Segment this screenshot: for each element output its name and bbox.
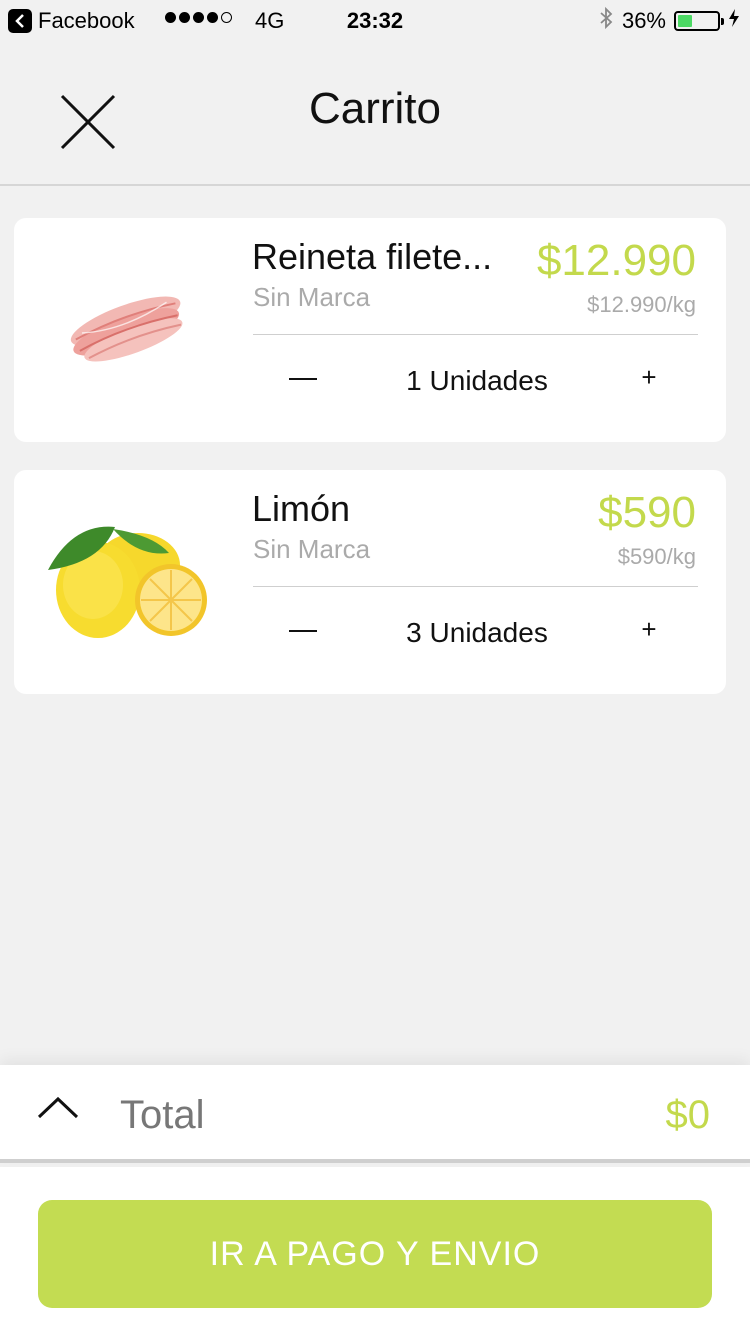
footer: IR A PAGO Y ENVIO: [0, 1167, 750, 1334]
charging-icon: [728, 8, 740, 34]
product-unit-price: $590/kg: [617, 544, 696, 569]
total-value: $0: [665, 1093, 711, 1137]
cart-list: Reineta filete... Sin Marca $12.990 $12.…: [14, 218, 726, 722]
cart-item: Limón Sin Marca $590 $590/kg 3 Unidades …: [14, 470, 726, 694]
checkout-button[interactable]: IR A PAGO Y ENVIO: [38, 1200, 712, 1308]
product-image-lemon: [28, 490, 228, 670]
lemon-icon: [48, 526, 207, 638]
product-name[interactable]: Reineta filete...: [252, 236, 492, 278]
battery-percent: 36%: [621, 8, 666, 33]
total-bar: Total $0: [0, 1065, 750, 1163]
page-title: Carrito: [308, 84, 442, 133]
product-price: $12.990: [536, 236, 696, 285]
product-brand: Sin Marca: [253, 282, 371, 312]
total-label: Total: [120, 1093, 205, 1137]
decrease-quantity-button[interactable]: [288, 364, 318, 394]
battery-icon: [674, 11, 724, 31]
status-bar: Facebook 4G 23:32 36%: [0, 0, 750, 40]
product-brand: Sin Marca: [253, 534, 371, 564]
quantity-label: 1 Unidades: [406, 365, 548, 396]
product-image-fish: [28, 238, 228, 418]
decrease-quantity-button[interactable]: [288, 616, 318, 646]
cart-item: Reineta filete... Sin Marca $12.990 $12.…: [14, 218, 726, 442]
chevron-up-icon: [37, 1096, 79, 1119]
increase-quantity-button[interactable]: +: [634, 614, 664, 644]
product-name[interactable]: Limón: [252, 488, 350, 530]
product-unit-price: $12.990/kg: [587, 292, 696, 317]
fish-fillet-icon: [70, 296, 183, 362]
expand-total-button[interactable]: [36, 1093, 80, 1123]
right-status: 36%: [598, 6, 740, 36]
plus-icon: +: [641, 362, 657, 392]
minus-icon: [289, 378, 317, 380]
divider: [253, 334, 698, 335]
bluetooth-icon: [598, 6, 614, 36]
increase-quantity-button[interactable]: +: [634, 362, 664, 392]
header: Carrito: [0, 40, 750, 186]
divider: [253, 586, 698, 587]
quantity-label: 3 Unidades: [406, 617, 548, 648]
product-price: $590: [598, 488, 696, 537]
minus-icon: [289, 630, 317, 632]
plus-icon: +: [641, 614, 657, 644]
